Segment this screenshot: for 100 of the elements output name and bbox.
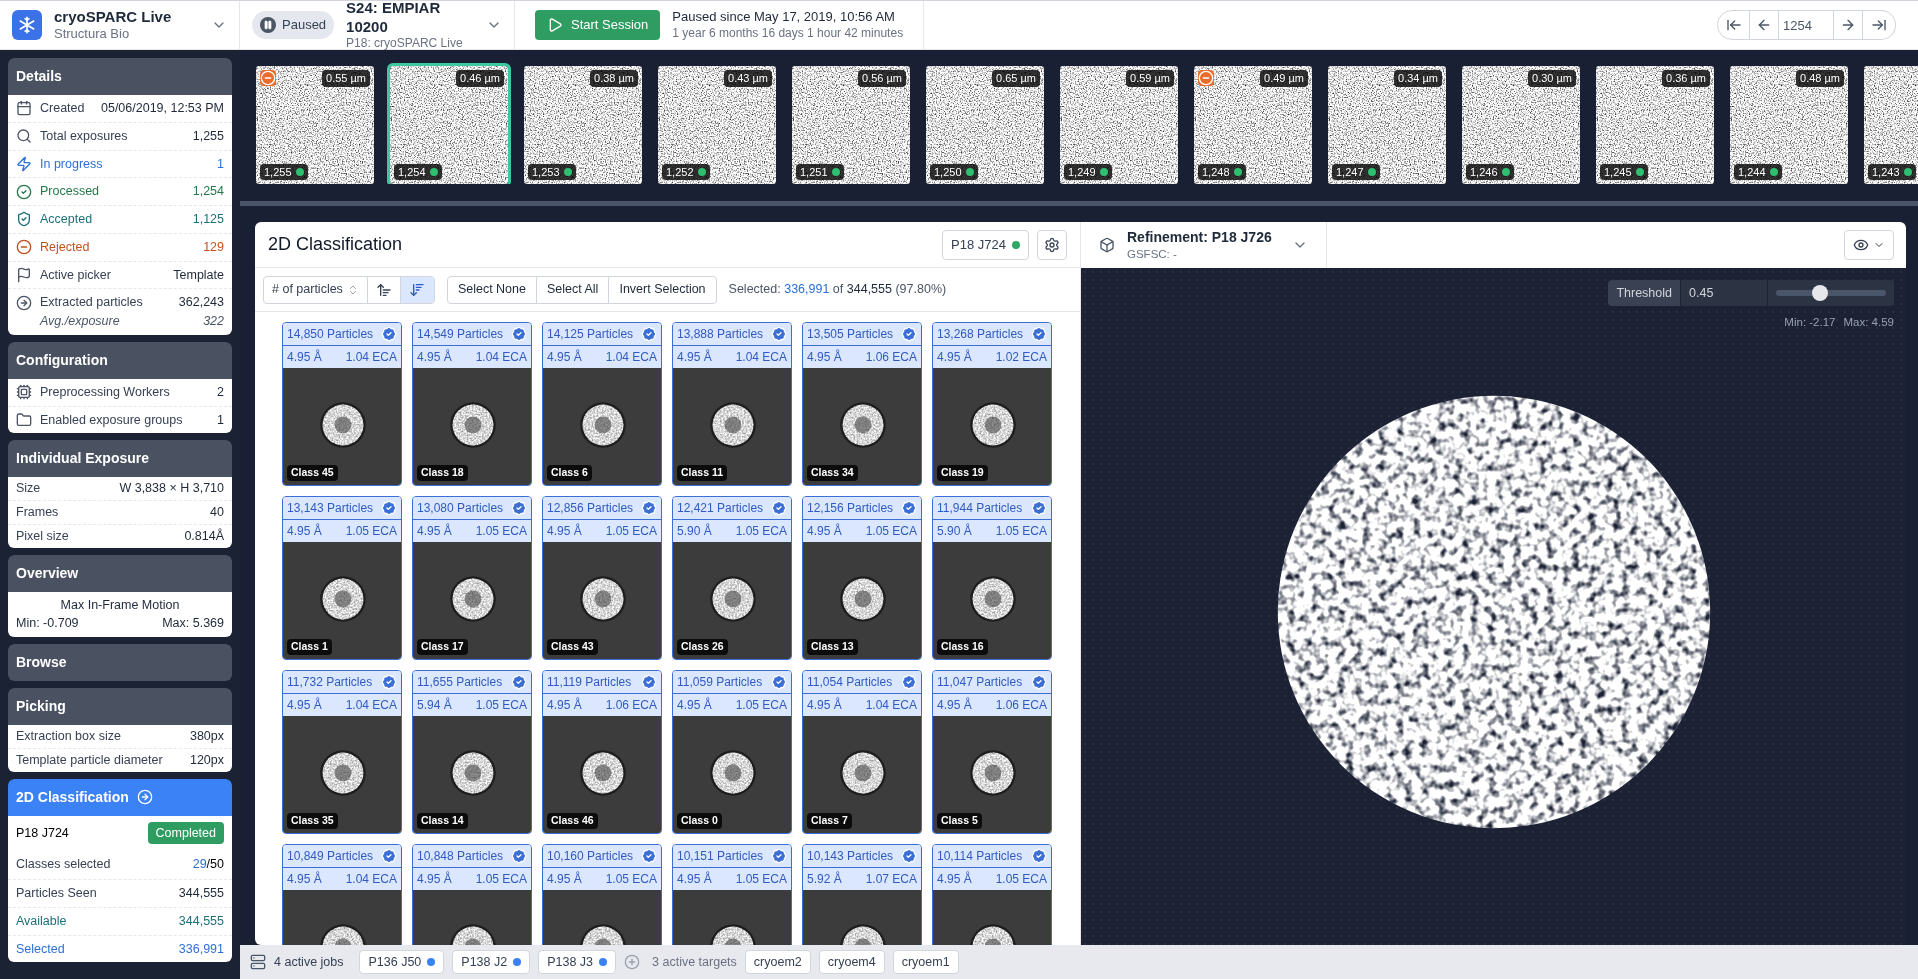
row-value: 40: [210, 504, 224, 521]
row-value: 29/50: [192, 856, 224, 874]
particle-count: 11,732 Particles: [287, 674, 373, 691]
target-chip[interactable]: cryoem1: [892, 950, 959, 974]
check-icon: [641, 674, 657, 690]
particle-count: 11,059 Particles: [677, 674, 763, 691]
check-icon: [641, 326, 657, 342]
scrollbar[interactable]: [240, 201, 1918, 206]
arrow-right-icon[interactable]: [136, 789, 153, 805]
class-card[interactable]: 11,119 Particles 4.95 Å 1.06 ECA Class 46: [542, 670, 662, 834]
next-button[interactable]: [1834, 10, 1863, 40]
class-card[interactable]: 13,143 Particles 4.95 Å 1.05 ECA Class 1: [282, 496, 402, 660]
class-card[interactable]: 14,850 Particles 4.95 Å 1.04 ECA Class 45: [282, 322, 402, 486]
threshold-slider[interactable]: [1776, 285, 1886, 301]
settings-button[interactable]: [1037, 229, 1067, 260]
particle-count: 14,125 Particles: [547, 326, 634, 343]
exposure-thumbnail[interactable]: 1,243: [1861, 63, 1918, 184]
row-icon: [16, 100, 32, 117]
job-chip[interactable]: P138 J3: [538, 950, 617, 974]
section-header[interactable]: Configuration: [8, 341, 232, 379]
check-icon: [1031, 674, 1047, 690]
check-icon: [771, 674, 787, 690]
job-chip[interactable]: P136 J50: [359, 950, 445, 974]
resolution: 4.95 Å: [937, 696, 972, 714]
job-chip[interactable]: P138 J2: [452, 950, 531, 974]
class-card[interactable]: 14,125 Particles 4.95 Å 1.04 ECA Class 6: [542, 322, 662, 486]
visibility-button[interactable]: [1844, 230, 1894, 260]
exposure-thumbnail[interactable]: 0.46 µm 1,254: [387, 63, 511, 184]
resolution: 4.95 Å: [547, 696, 582, 714]
exposure-thumbnail[interactable]: 0.30 µm 1,246: [1459, 63, 1583, 184]
section-header[interactable]: Browse: [8, 644, 232, 681]
class-card[interactable]: 11,047 Particles 4.95 Å 1.06 ECA Class 5: [932, 670, 1052, 834]
class-card[interactable]: 13,505 Particles 4.95 Å 1.06 ECA Class 34: [802, 322, 922, 486]
class-label: Class 5: [937, 813, 982, 829]
particle-count: 10,143 Particles: [807, 848, 894, 865]
class-card[interactable]: 11,059 Particles 4.95 Å 1.05 ECA Class 0: [672, 670, 792, 834]
class-card[interactable]: 12,156 Particles 4.95 Å 1.05 ECA Class 13: [802, 496, 922, 660]
section-header[interactable]: Picking: [8, 688, 232, 725]
resolution: 4.95 Å: [937, 348, 972, 366]
selection-button[interactable]: Invert Selection: [609, 276, 716, 303]
section-header[interactable]: Overview: [8, 554, 232, 592]
selection-button[interactable]: Select All: [537, 276, 610, 303]
class-label: Class 14: [417, 813, 468, 829]
exposure-thumbnail[interactable]: 0.49 µm 1,248: [1191, 63, 1315, 184]
check-icon: [1031, 500, 1047, 516]
target-chip[interactable]: cryoem2: [744, 950, 811, 974]
particle-count: 11,047 Particles: [937, 674, 1023, 691]
section-title: Overview: [16, 563, 79, 583]
sort-descending-button[interactable]: [400, 276, 434, 303]
target-chip[interactable]: cryoem4: [818, 950, 885, 974]
overview-max: Max: 5.369: [162, 615, 224, 633]
exposure-thumbnail[interactable]: 0.48 µm 1,244: [1727, 63, 1851, 184]
job-chip[interactable]: P18 J724: [942, 229, 1029, 260]
row-icon: [16, 239, 32, 256]
particle-count: 13,080 Particles: [417, 500, 504, 517]
section-header[interactable]: Details: [8, 58, 232, 95]
resolution: 4.95 Å: [287, 348, 322, 366]
exposure-thumbnail[interactable]: 0.59 µm 1,249: [1057, 63, 1181, 184]
class-label: Class 19: [937, 465, 988, 481]
exposure-thumbnail[interactable]: 0.38 µm 1,253: [521, 63, 645, 184]
page-input[interactable]: 1254: [1779, 10, 1834, 40]
section-header[interactable]: 2D Classification: [8, 778, 232, 816]
resolution: 4.95 Å: [807, 522, 842, 540]
class-card[interactable]: 13,080 Particles 4.95 Å 1.05 ECA Class 17: [412, 496, 532, 660]
class-card[interactable]: 12,856 Particles 4.95 Å 1.05 ECA Class 43: [542, 496, 662, 660]
exposure-thumbnail[interactable]: 0.36 µm 1,245: [1593, 63, 1717, 184]
slider-thumb[interactable]: [1811, 285, 1828, 301]
exposure-thumbnail[interactable]: 0.34 µm 1,247: [1325, 63, 1449, 184]
row-value: W 3,838 × H 3,710: [119, 480, 224, 498]
class-label: Class 16: [937, 639, 988, 655]
class-card[interactable]: 13,888 Particles 4.95 Å 1.04 ECA Class 11: [672, 322, 792, 486]
exposure-thumbnail[interactable]: 0.65 µm 1,250: [923, 63, 1047, 184]
row-label: In progress: [40, 155, 104, 173]
settings-icon: [1044, 236, 1060, 253]
check-icon: [771, 848, 787, 864]
class-card[interactable]: 11,732 Particles 4.95 Å 1.04 ECA Class 35: [282, 670, 402, 834]
threshold-max: Max: 4.59: [1843, 315, 1894, 330]
section-title: Details: [16, 67, 62, 86]
first-page-icon: [1725, 17, 1742, 33]
exposure-thumbnail[interactable]: 0.56 µm 1,251: [789, 63, 913, 184]
class-card[interactable]: 11,944 Particles 5.90 Å 1.05 ECA Class 16: [932, 496, 1052, 660]
selection-button[interactable]: Select None: [447, 276, 537, 303]
class-card[interactable]: 11,054 Particles 4.95 Å 1.04 ECA Class 7: [802, 670, 922, 834]
class-card[interactable]: 11,655 Particles 5.94 Å 1.05 ECA Class 14: [412, 670, 532, 834]
row-value: 129: [203, 238, 224, 256]
resolution: 4.95 Å: [287, 696, 322, 714]
section-header[interactable]: Individual Exposure: [8, 440, 232, 478]
section-title: Picking: [16, 697, 66, 716]
class-card[interactable]: 13,268 Particles 4.95 Å 1.02 ECA Class 19: [932, 322, 1052, 486]
app-logo[interactable]: [12, 10, 42, 40]
arrow-left-icon: [1756, 17, 1772, 33]
class-card[interactable]: 12,421 Particles 5.90 Å 1.05 ECA Class 26: [672, 496, 792, 660]
class-label: Class 17: [417, 639, 468, 655]
exposure-thumbnail[interactable]: 0.55 µm 1,255: [253, 63, 377, 184]
class-label: Class 0: [677, 813, 722, 829]
row-value: 0.814Å: [184, 527, 224, 545]
class-label: Class 1: [287, 639, 332, 655]
class-card[interactable]: 14,549 Particles 4.95 Å 1.04 ECA Class 18: [412, 322, 532, 486]
row-sub-value: 322: [203, 313, 224, 330]
exposure-thumbnail[interactable]: 0.43 µm 1,252: [655, 63, 779, 184]
